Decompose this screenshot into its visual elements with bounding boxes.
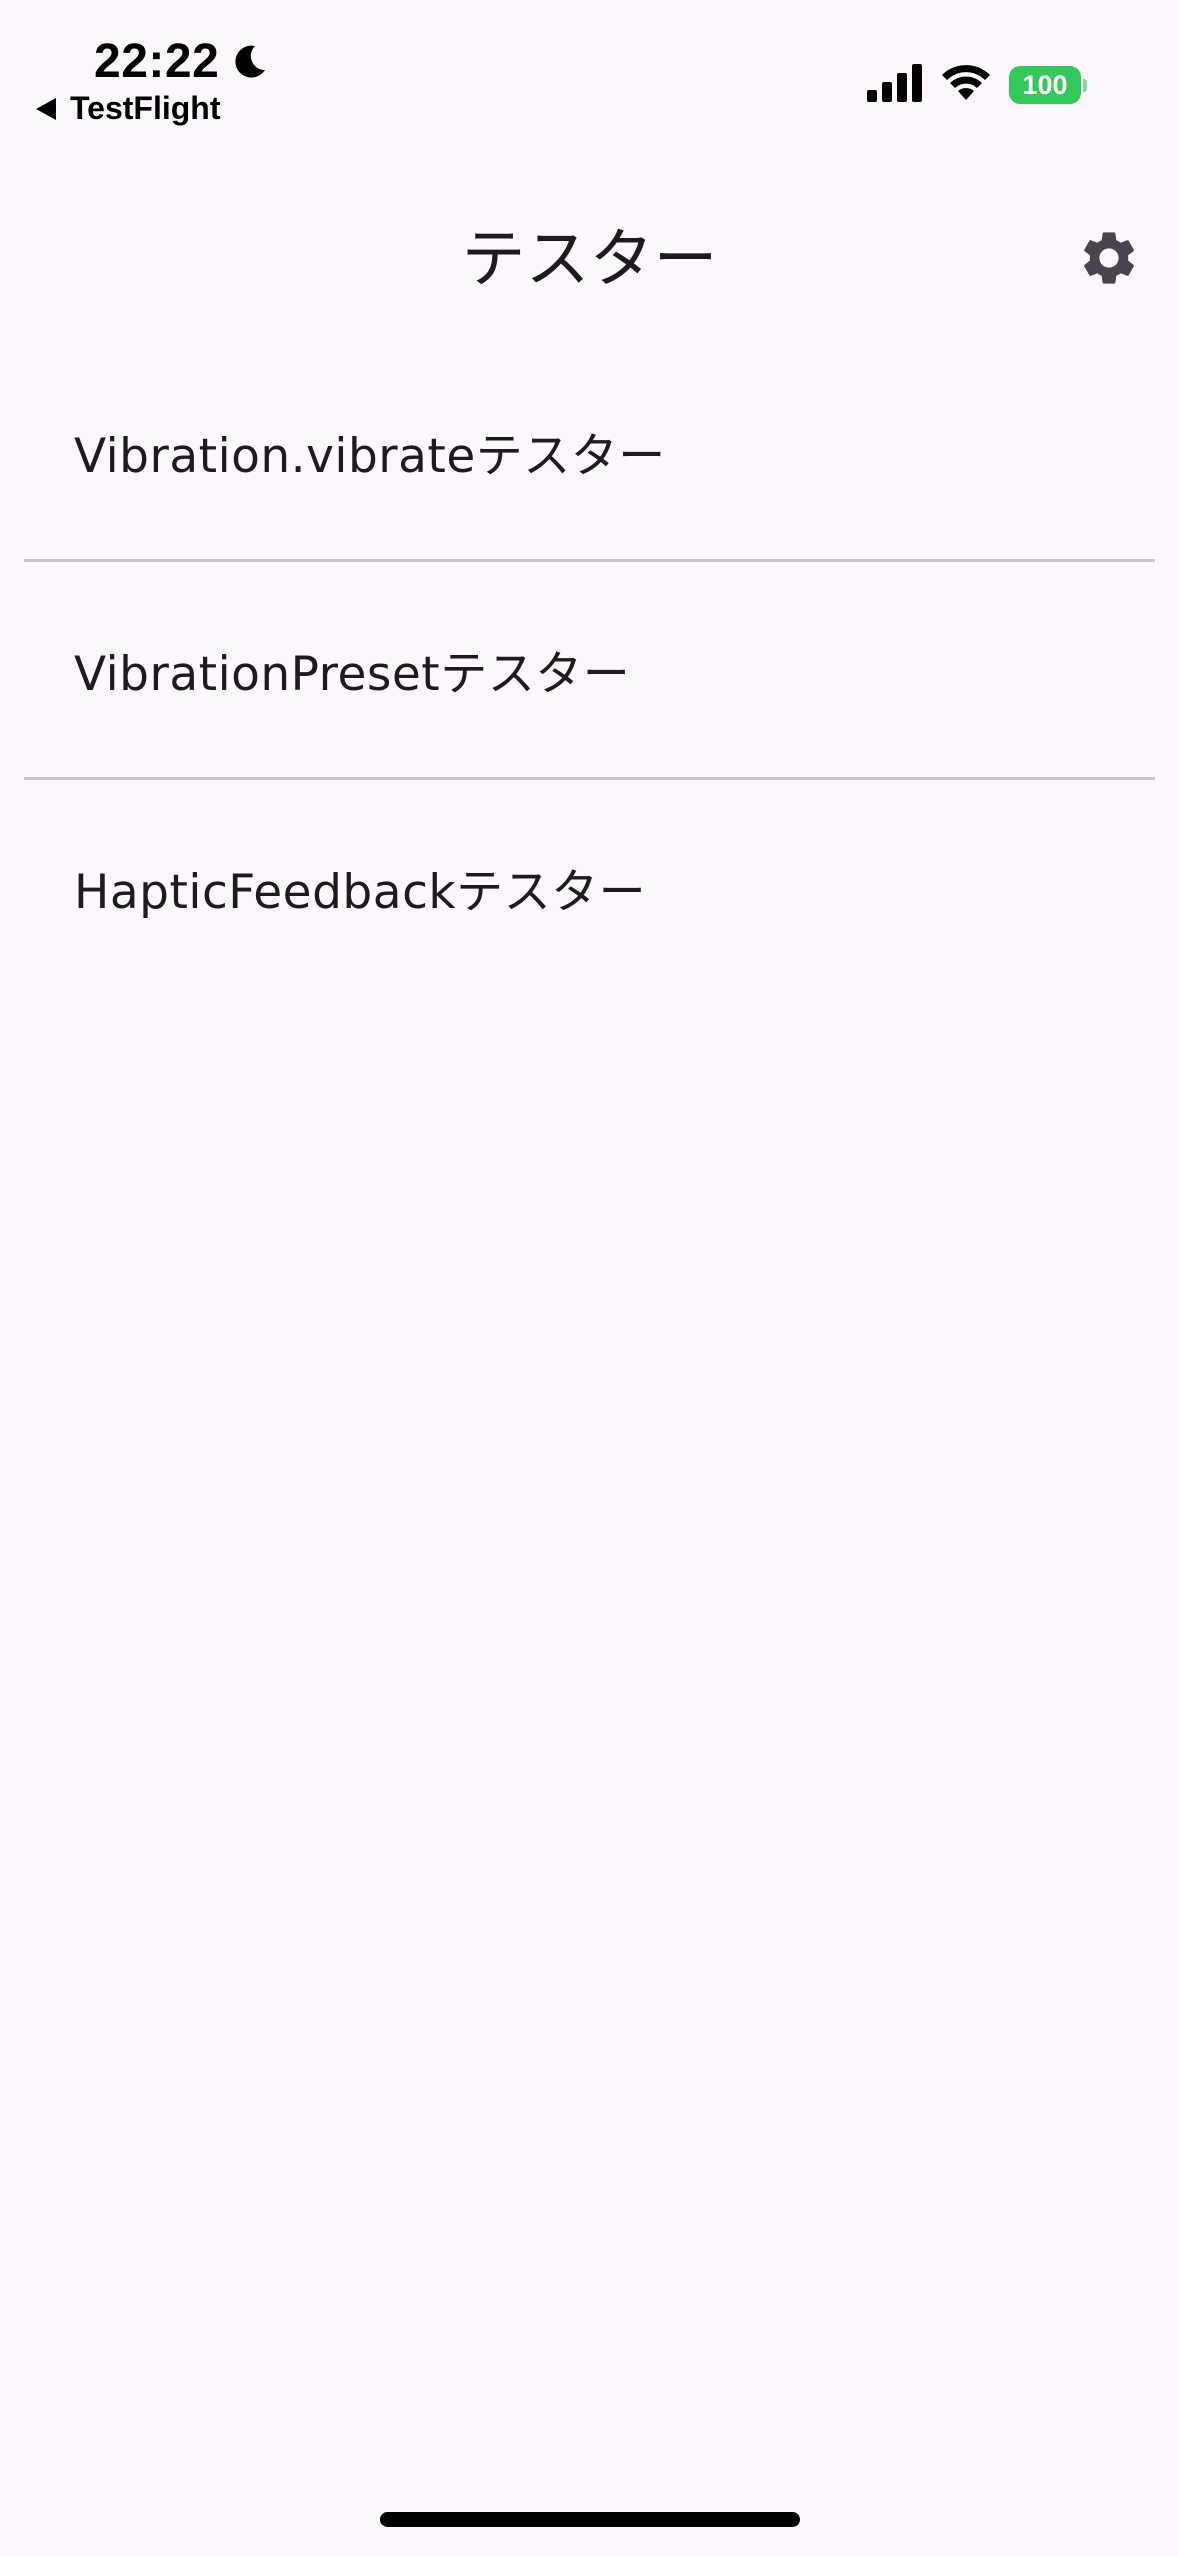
time-row: 22:22 (94, 34, 269, 89)
battery-level: 100 (1022, 69, 1068, 100)
tester-menu-list: Vibration.vibrateテスター VibrationPresetテスタ… (0, 344, 1179, 995)
battery-body: 100 (1009, 66, 1081, 104)
wifi-icon (941, 64, 991, 106)
status-indicators: 100 (867, 64, 1087, 106)
menu-item-haptic-feedback[interactable]: HapticFeedbackテスター (0, 780, 1179, 995)
back-app-label: TestFlight (70, 90, 221, 126)
back-to-app-button[interactable]: TestFlight (36, 90, 221, 127)
status-bar: 22:22 TestFlight 100 (0, 0, 1179, 140)
menu-item-label: VibrationPresetテスター (74, 647, 631, 702)
menu-item-vibration-preset[interactable]: VibrationPresetテスター (0, 562, 1179, 777)
page-title: テスター (461, 223, 718, 297)
menu-item-label: HapticFeedbackテスター (74, 865, 647, 920)
moon-icon (229, 42, 269, 82)
settings-button[interactable] (1075, 226, 1143, 294)
status-time: 22:22 (94, 35, 220, 88)
app-bar: テスター (0, 200, 1179, 320)
battery-indicator: 100 (1009, 66, 1087, 104)
menu-item-vibration-vibrate[interactable]: Vibration.vibrateテスター (0, 344, 1179, 559)
home-indicator[interactable] (380, 2512, 800, 2527)
menu-item-label: Vibration.vibrateテスター (74, 429, 666, 484)
battery-cap (1083, 78, 1087, 92)
cellular-signal-icon (867, 64, 923, 106)
back-arrow-icon (36, 97, 56, 120)
gear-icon (1077, 226, 1141, 294)
